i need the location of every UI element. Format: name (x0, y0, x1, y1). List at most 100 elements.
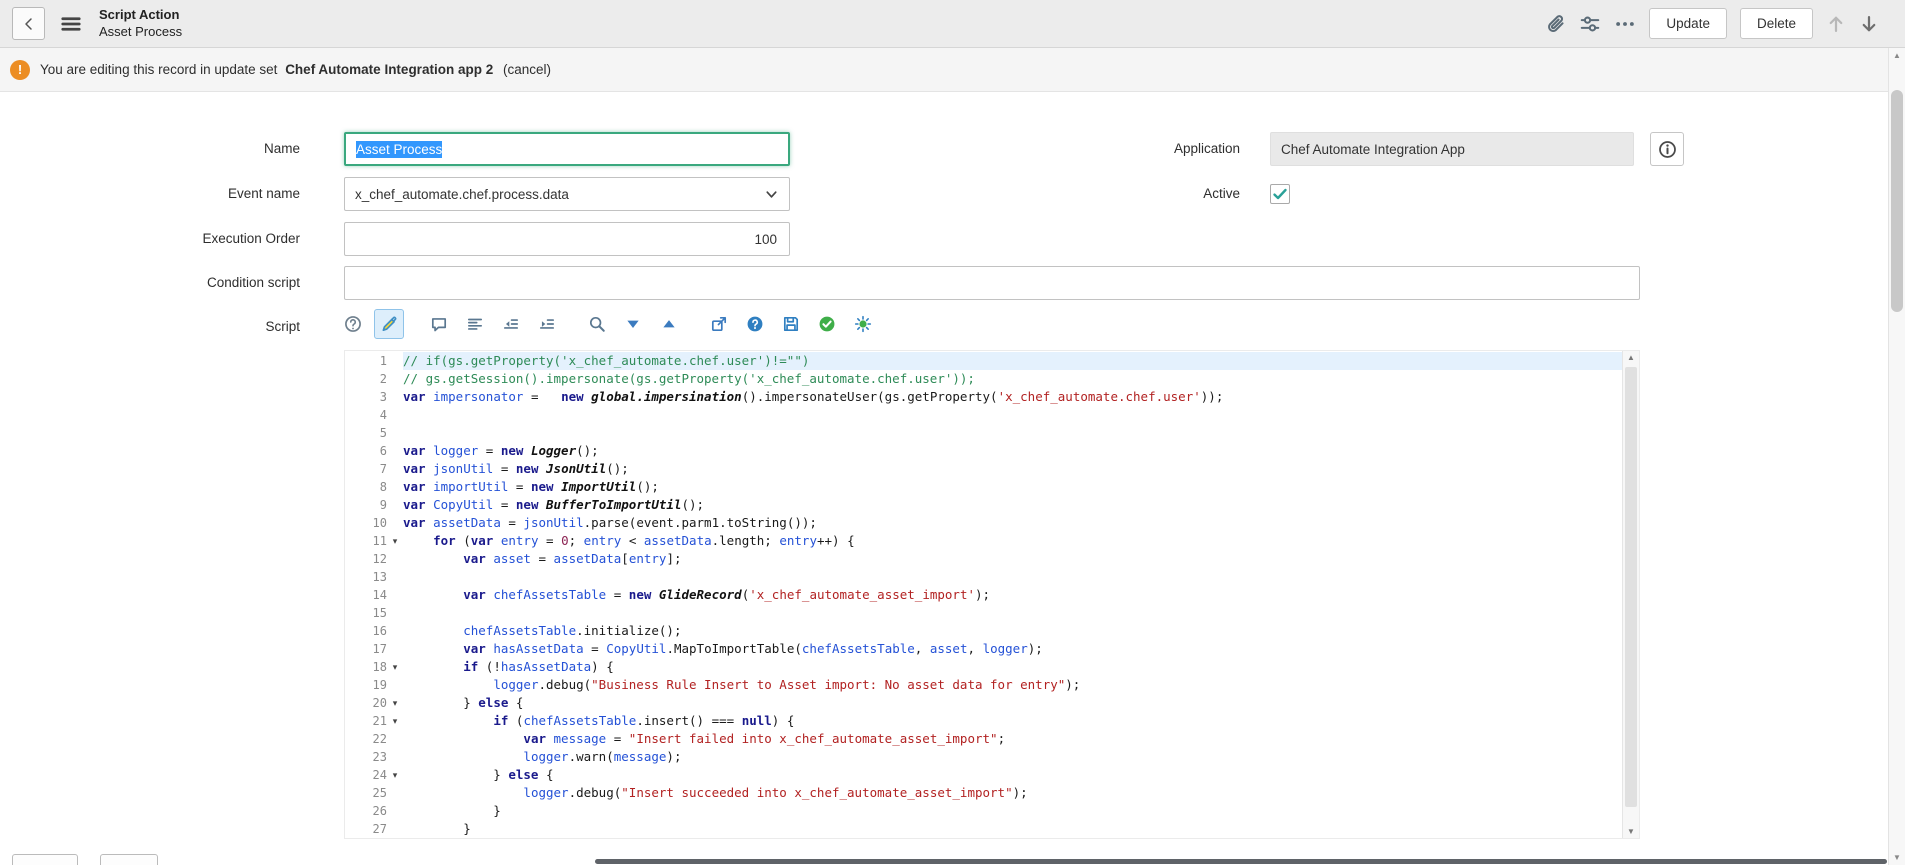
execution-order-input[interactable]: 100 (344, 222, 790, 256)
code-line[interactable]: 15 (345, 604, 1623, 622)
code-line[interactable]: 11▾ for (var entry = 0; entry < assetDat… (345, 532, 1623, 550)
code-line[interactable]: 27 } (345, 820, 1623, 838)
cancel-link[interactable]: (cancel) (503, 62, 551, 77)
fold-toggle-icon[interactable]: ▾ (387, 694, 403, 712)
code-line[interactable]: 26 } (345, 802, 1623, 820)
code-line[interactable]: 23 logger.warn(message); (345, 748, 1623, 766)
record-title-block: Script Action Asset Process (99, 7, 182, 41)
code-line[interactable]: 16 chefAssetsTable.initialize(); (345, 622, 1623, 640)
save-script-button[interactable] (776, 309, 806, 339)
find-next-button[interactable] (618, 309, 648, 339)
help-filled-icon (746, 315, 764, 333)
page-scrollbar-thumb[interactable] (1891, 90, 1903, 312)
code-line[interactable]: 24▾ } else { (345, 766, 1623, 784)
fold-toggle-icon[interactable]: ▾ (387, 712, 403, 730)
fold-gutter (387, 640, 403, 658)
debug-icon (854, 315, 872, 333)
code-line[interactable]: 13 (345, 568, 1623, 586)
code-line[interactable]: 10var assetData = jsonUtil.parse(event.p… (345, 514, 1623, 532)
code-line[interactable]: 12 var asset = assetData[entry]; (345, 550, 1623, 568)
search-button[interactable] (582, 309, 612, 339)
attachment-button[interactable] (1544, 13, 1566, 35)
next-record-button[interactable] (1859, 14, 1879, 34)
arrow-up-icon (1826, 14, 1846, 34)
more-options-button[interactable] (1614, 13, 1636, 35)
application-field: Chef Automate Integration App (1270, 132, 1634, 166)
event-name-select[interactable]: x_chef_automate.chef.process.data (344, 177, 790, 211)
code-line[interactable]: 4 (345, 406, 1623, 424)
line-number: 6 (345, 442, 387, 460)
personalize-form-button[interactable] (1579, 13, 1601, 35)
fold-gutter (387, 802, 403, 820)
code-line[interactable]: 6var logger = new Logger(); (345, 442, 1623, 460)
fold-toggle-icon[interactable]: ▾ (387, 532, 403, 550)
script-debugger-button[interactable] (848, 309, 878, 339)
code-line[interactable]: 20▾ } else { (345, 694, 1623, 712)
previous-record-button[interactable] (1826, 14, 1846, 34)
code-line[interactable]: 14 var chefAssetsTable = new GlideRecord… (345, 586, 1623, 604)
code-line[interactable]: 21▾ if (chefAssetsTable.insert() === nul… (345, 712, 1623, 730)
code-line[interactable]: 5 (345, 424, 1623, 442)
code-text: var hasAssetData = CopyUtil.MapToImportT… (403, 640, 1623, 658)
active-checkbox[interactable] (1270, 184, 1290, 204)
page-scroll-down-icon[interactable]: ▼ (1889, 853, 1905, 862)
editor-scrollbar[interactable]: ▲ ▼ (1622, 351, 1639, 838)
bottom-delete-button[interactable] (100, 854, 158, 865)
update-button[interactable]: Update (1649, 8, 1727, 39)
line-number: 3 (345, 388, 387, 406)
line-number: 8 (345, 478, 387, 496)
fold-toggle-icon[interactable]: ▾ (387, 658, 403, 676)
code-text: logger.debug("Business Rule Insert to As… (403, 676, 1623, 694)
update-set-name: Chef Automate Integration app 2 (285, 62, 493, 77)
line-number: 26 (345, 802, 387, 820)
editor-scroll-down-icon[interactable]: ▼ (1623, 827, 1639, 836)
condition-script-input[interactable] (344, 266, 1640, 300)
event-name-label: Event name (0, 177, 300, 211)
arrow-down-icon (1859, 14, 1879, 34)
line-number: 9 (345, 496, 387, 514)
toggle-syntax-highlighting-button[interactable] (374, 309, 404, 339)
indent-left-button[interactable] (496, 309, 526, 339)
code-line[interactable]: 17 var hasAssetData = CopyUtil.MapToImpo… (345, 640, 1623, 658)
application-info-button[interactable] (1650, 132, 1684, 166)
fold-toggle-icon[interactable]: ▾ (387, 766, 403, 784)
editor-help-button[interactable] (338, 309, 368, 339)
open-in-window-button[interactable] (704, 309, 734, 339)
context-menu-icon[interactable] (59, 12, 83, 36)
code-line[interactable]: 2// gs.getSession().impersonate(gs.getPr… (345, 370, 1623, 388)
fold-gutter (387, 478, 403, 496)
toggle-comment-button[interactable] (424, 309, 454, 339)
code-line[interactable]: 1// if(gs.getProperty('x_chef_automate.c… (345, 352, 1623, 370)
code-line[interactable]: 18▾ if (!hasAssetData) { (345, 658, 1623, 676)
fold-gutter (387, 496, 403, 514)
editor-scrollbar-thumb[interactable] (1625, 367, 1637, 807)
code-text: var message = "Insert failed into x_chef… (403, 730, 1623, 748)
check-syntax-button[interactable] (812, 309, 842, 339)
page-scroll-up-icon[interactable]: ▲ (1889, 51, 1905, 60)
bottom-update-button[interactable] (12, 854, 78, 865)
code-line[interactable]: 9var CopyUtil = new BufferToImportUtil()… (345, 496, 1623, 514)
code-line[interactable]: 7var jsonUtil = new JsonUtil(); (345, 460, 1623, 478)
editor-scroll-up-icon[interactable]: ▲ (1623, 353, 1639, 362)
code-line[interactable]: 8var importUtil = new ImportUtil(); (345, 478, 1623, 496)
code-text: logger.warn(message); (403, 748, 1623, 766)
find-previous-button[interactable] (654, 309, 684, 339)
code-line[interactable]: 19 logger.debug("Business Rule Insert to… (345, 676, 1623, 694)
line-number: 20 (345, 694, 387, 712)
name-input[interactable]: Asset Process (344, 132, 790, 166)
horizontal-scrollbar-thumb[interactable] (595, 859, 1887, 864)
delete-button[interactable]: Delete (1740, 8, 1813, 39)
back-button[interactable] (12, 7, 45, 40)
api-help-button[interactable] (740, 309, 770, 339)
code-text: chefAssetsTable.initialize(); (403, 622, 1623, 640)
code-area[interactable]: 1// if(gs.getProperty('x_chef_automate.c… (345, 351, 1623, 838)
script-code-editor[interactable]: 1// if(gs.getProperty('x_chef_automate.c… (344, 350, 1640, 839)
code-line[interactable]: 3var impersonator = new global.impersina… (345, 388, 1623, 406)
format-code-button[interactable] (460, 309, 490, 339)
code-line[interactable]: 22 var message = "Insert failed into x_c… (345, 730, 1623, 748)
page-scrollbar[interactable]: ▲ ▼ (1888, 48, 1905, 865)
info-icon (1658, 140, 1677, 159)
code-line[interactable]: 25 logger.debug("Insert succeeded into x… (345, 784, 1623, 802)
chevron-up-solid-icon (660, 315, 678, 333)
indent-right-button[interactable] (532, 309, 562, 339)
